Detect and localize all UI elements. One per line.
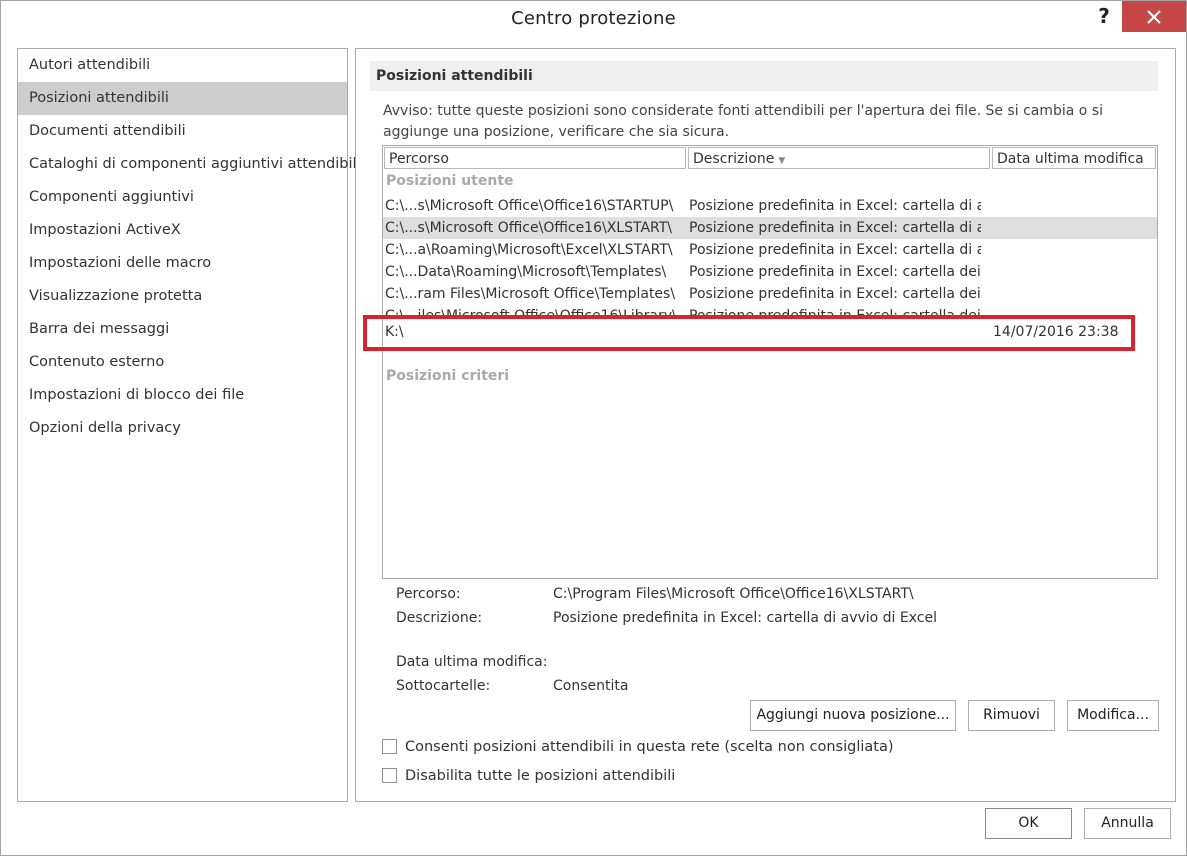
close-button[interactable] bbox=[1122, 1, 1186, 32]
ok-button[interactable]: OK bbox=[985, 808, 1072, 839]
row-path: C:\...ram Files\Microsoft Office\Templat… bbox=[385, 286, 676, 302]
sidebar-item-addins[interactable]: Componenti aggiuntivi bbox=[18, 181, 347, 214]
row-date: 14/07/2016 23:38 bbox=[993, 324, 1119, 340]
sort-down-icon: ▼ bbox=[778, 156, 786, 166]
help-button[interactable]: ? bbox=[1089, 3, 1119, 29]
row-description: Posizione predefinita in Excel: cartella… bbox=[689, 264, 981, 280]
column-header-date-label: Data ultima modifica bbox=[997, 151, 1144, 167]
table-row[interactable]: C:\...iles\Microsoft Office\Office16\Lib… bbox=[383, 305, 1157, 317]
group-label-policy-locations: Posizioni criteri bbox=[386, 368, 510, 384]
row-path: C:\...iles\Microsoft Office\Office16\Lib… bbox=[385, 308, 677, 317]
sidebar-item-activex-settings[interactable]: Impostazioni ActiveX bbox=[18, 214, 347, 247]
detail-path-value: C:\Program Files\Microsoft Office\Office… bbox=[553, 586, 914, 602]
trust-center-dialog: Centro protezione ? Autori attendibili P… bbox=[0, 0, 1187, 856]
checkbox-box[interactable] bbox=[382, 768, 397, 783]
main-panel: Posizioni attendibili Avviso: tutte ques… bbox=[355, 48, 1176, 802]
sidebar-nav: Autori attendibili Posizioni attendibili… bbox=[17, 48, 361, 802]
row-description: Posizione predefinita in Excel: cartella… bbox=[689, 242, 981, 258]
close-icon bbox=[1147, 10, 1161, 24]
modify-button[interactable]: Modifica... bbox=[1067, 700, 1159, 731]
sidebar-item-protected-view[interactable]: Visualizzazione protetta bbox=[18, 280, 347, 313]
sidebar-item-privacy-options[interactable]: Opzioni della privacy bbox=[18, 412, 347, 445]
sidebar-item-trusted-addin-catalogs[interactable]: Cataloghi di componenti aggiuntivi atten… bbox=[18, 148, 361, 181]
sidebar-item-macro-settings[interactable]: Impostazioni delle macro bbox=[18, 247, 347, 280]
column-header-date[interactable]: Data ultima modifica bbox=[992, 147, 1156, 169]
column-header-description[interactable]: Descrizione ▼ bbox=[688, 147, 990, 169]
row-path: C:\...s\Microsoft Office\Office16\STARTU… bbox=[385, 198, 674, 214]
row-path: C:\...Data\Roaming\Microsoft\Templates\ bbox=[385, 264, 667, 280]
row-description: Posizione predefinita in Excel: cartella… bbox=[689, 286, 981, 302]
table-row[interactable]: C:\...s\Microsoft Office\Office16\STARTU… bbox=[383, 195, 1157, 217]
window-title: Centro protezione bbox=[511, 8, 676, 29]
sidebar-item-trusted-locations[interactable]: Posizioni attendibili bbox=[18, 82, 347, 115]
title-bar: Centro protezione ? bbox=[1, 1, 1186, 39]
table-row[interactable]: C:\...s\Microsoft Office\Office16\XLSTAR… bbox=[383, 217, 1157, 239]
warning-text: Avviso: tutte queste posizioni sono cons… bbox=[383, 103, 1103, 140]
detail-date-label: Data ultima modifica: bbox=[396, 654, 548, 670]
row-description: Posizione predefinita in Excel: cartella… bbox=[689, 308, 981, 317]
detail-path-label: Percorso: bbox=[396, 586, 461, 602]
checkbox-label: Consenti posizioni attendibili in questa… bbox=[405, 739, 894, 755]
sidebar-item-trusted-publishers[interactable]: Autori attendibili bbox=[18, 49, 347, 82]
sidebar-item-trusted-documents[interactable]: Documenti attendibili bbox=[18, 115, 347, 148]
row-path: K:\ bbox=[385, 324, 404, 340]
column-header-description-label: Descrizione bbox=[693, 151, 775, 167]
detail-description-value: Posizione predefinita in Excel: cartella… bbox=[553, 610, 937, 626]
table-row[interactable]: C:\...Data\Roaming\Microsoft\Templates\ … bbox=[383, 261, 1157, 283]
table-row[interactable]: C:\...ram Files\Microsoft Office\Templat… bbox=[383, 283, 1157, 305]
row-description: Posizione predefinita in Excel: cartella… bbox=[689, 198, 981, 214]
row-path: C:\...s\Microsoft Office\Office16\XLSTAR… bbox=[385, 220, 673, 236]
checkbox-box[interactable] bbox=[382, 739, 397, 754]
column-header-path-label: Percorso bbox=[389, 151, 449, 167]
detail-description-label: Descrizione: bbox=[396, 610, 483, 626]
detail-subfolders-label: Sottocartelle: bbox=[396, 678, 491, 694]
detail-subfolders-value: Consentita bbox=[553, 678, 629, 694]
sidebar-item-external-content[interactable]: Contenuto esterno bbox=[18, 346, 347, 379]
row-path: C:\...a\Roaming\Microsoft\Excel\XLSTART\ bbox=[385, 242, 673, 258]
checkbox-label: Disabilita tutte le posizioni attendibil… bbox=[405, 768, 676, 784]
sidebar-item-file-block-settings[interactable]: Impostazioni di blocco dei file bbox=[18, 379, 347, 412]
group-label-user-locations: Posizioni utente bbox=[386, 173, 514, 189]
remove-button[interactable]: Rimuovi bbox=[968, 700, 1055, 731]
add-location-button[interactable]: Aggiungi nuova posizione... bbox=[750, 700, 956, 731]
cancel-button[interactable]: Annulla bbox=[1084, 808, 1171, 839]
table-row[interactable]: K:\ 14/07/2016 23:38 bbox=[383, 321, 1157, 343]
row-description: Posizione predefinita in Excel: cartella… bbox=[689, 220, 981, 236]
sidebar-item-message-bar[interactable]: Barra dei messaggi bbox=[18, 313, 347, 346]
trusted-locations-list[interactable]: Percorso Descrizione ▼ Data ultima modifi… bbox=[382, 145, 1158, 579]
table-row[interactable]: C:\...a\Roaming\Microsoft\Excel\XLSTART\… bbox=[383, 239, 1157, 261]
section-title: Posizioni attendibili bbox=[370, 61, 1158, 91]
column-header-path[interactable]: Percorso bbox=[384, 147, 686, 169]
